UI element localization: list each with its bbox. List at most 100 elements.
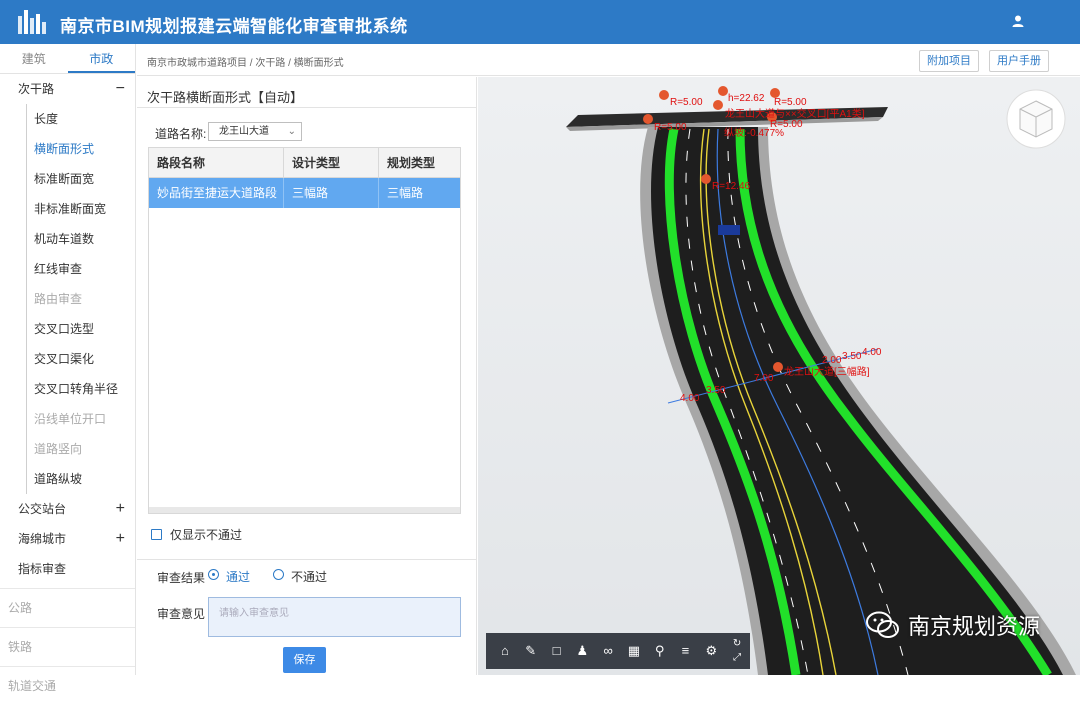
width-label: 7.00	[754, 373, 774, 384]
review-opinion-label: 审查意见	[157, 607, 206, 621]
wechat-icon	[865, 611, 899, 638]
table-cell: 妙品街至捷运大道路段	[149, 178, 284, 208]
radius-label: R=5.00	[654, 122, 687, 133]
chevron-down-icon: ⌄	[287, 126, 296, 137]
refresh-fullscreen-group: ↻ ⤢	[724, 637, 750, 665]
table-cell: 三幅路	[284, 178, 379, 208]
intersection-label: 龙王山大道与××交叉口[平A1类]	[725, 107, 865, 120]
area-icon[interactable]: □	[544, 637, 570, 665]
divider	[0, 588, 135, 589]
ruler-icon[interactable]: ✎	[518, 637, 544, 665]
pass-radio[interactable]	[208, 569, 219, 580]
expand-icon[interactable]: +	[116, 494, 125, 524]
refresh-icon[interactable]: ↻	[724, 637, 750, 651]
nav-item-lanes[interactable]: 机动车道数	[0, 224, 135, 254]
segment-table: 路段名称 设计类型 规划类型 妙品街至捷运大道路段 三幅路 三幅路	[148, 147, 461, 514]
tab-municipal[interactable]: 市政	[67, 44, 135, 73]
nav-item-nonstandard-width[interactable]: 非标准断面宽	[0, 194, 135, 224]
nav-item-channelization[interactable]: 交叉口渠化	[0, 344, 135, 374]
width-label: 4.00	[862, 347, 882, 358]
breadcrumb: 南京市政城市道路项目 / 次干路 / 横断面形式	[147, 58, 344, 69]
horizontal-scrollbar[interactable]	[149, 507, 460, 513]
tab-building[interactable]: 建筑	[0, 44, 68, 73]
table-header: 路段名称 设计类型 规划类型	[149, 148, 460, 178]
watermark-text: 南京规划资源	[907, 614, 1040, 639]
nav-group-bus-stop[interactable]: 公交站台 +	[0, 494, 135, 524]
nav-item-standard-width[interactable]: 标准断面宽	[0, 164, 135, 194]
nav-item-openings[interactable]: 沿线单位开口	[0, 404, 135, 434]
width-label: 4.00	[680, 393, 700, 404]
breadcrumb-bar: 南京市政城市道路项目 / 次干路 / 横断面形式 附加项目 用户手册	[137, 44, 1080, 76]
nav-group-label: 次干路	[18, 82, 55, 96]
attach-project-button[interactable]: 附加项目	[919, 50, 979, 72]
radius-label: R=12.46	[712, 181, 751, 192]
review-panel: 次干路横断面形式【自动】 道路名称: 龙王山大道 ⌄ 路段名称 设计类型 规划类…	[137, 77, 477, 675]
nav-group-label: 指标审查	[18, 562, 67, 576]
viewer-toolbar: ⌂ ✎ □ ♟ ∞ ▦ ⚲ ≡ ⚙ ↻ ⤢	[486, 633, 750, 669]
save-button[interactable]: 保存	[283, 647, 326, 673]
divider	[0, 666, 135, 667]
only-failed-label: 仅显示不通过	[170, 528, 243, 542]
app-title: 南京市BIM规划报建云端智能化审查审批系统	[60, 17, 408, 36]
fail-radio[interactable]	[273, 569, 284, 580]
pin-icon[interactable]: ⚲	[647, 637, 673, 665]
nav-railway[interactable]: 铁路	[0, 632, 135, 662]
column-header: 规划类型	[387, 156, 436, 170]
height-label: h=22.62	[728, 93, 765, 104]
nav-highway[interactable]: 公路	[0, 593, 135, 623]
link-icon[interactable]: ∞	[595, 637, 621, 665]
divider	[137, 559, 476, 560]
pass-label[interactable]: 通过	[226, 568, 250, 585]
width-label: 3.50	[706, 385, 726, 396]
radius-label: R=5.00	[774, 97, 807, 108]
only-failed-filter[interactable]: 仅显示不通过	[151, 526, 242, 543]
road-name-select[interactable]: 龙王山大道 ⌄	[208, 122, 302, 141]
nav-group-sponge-city[interactable]: 海绵城市 +	[0, 524, 135, 554]
collapse-icon[interactable]: −	[116, 74, 125, 104]
nav-group-secondary-road[interactable]: 次干路 −	[0, 74, 135, 104]
fail-label[interactable]: 不通过	[291, 568, 327, 585]
expand-icon[interactable]: +	[116, 524, 125, 554]
nav-items: 长度 横断面形式 标准断面宽 非标准断面宽 机动车道数 红线审查 路由审查 交叉…	[0, 104, 135, 494]
user-icon[interactable]	[1011, 14, 1025, 28]
view-cube-icon[interactable]	[1006, 89, 1066, 149]
nav-item-redline[interactable]: 红线审查	[0, 254, 135, 284]
nav-item-cross-section[interactable]: 横断面形式	[0, 134, 135, 164]
layers-icon[interactable]: ≡	[673, 637, 699, 665]
fullscreen-icon[interactable]: ⤢	[724, 651, 750, 665]
slope-label: 纵坡:-0.477%	[724, 126, 784, 139]
divider	[0, 627, 135, 628]
nav-item-corner-radius[interactable]: 交叉口转角半径	[0, 374, 135, 404]
bim-3d-viewport[interactable]: R=5.00 h=22.62 R=5.00 R=5.00 R=5.00 龙王山大…	[478, 77, 1080, 675]
app-header: 南京市BIM规划报建云端智能化审查审批系统	[0, 0, 1080, 44]
radius-label: R=5.00	[670, 97, 703, 108]
review-opinion-input[interactable]: 请输入审查意见	[208, 597, 461, 637]
road-name-value: 龙王山大道	[219, 126, 269, 137]
sidebar: 建筑 市政 次干路 − 长度 横断面形式 标准断面宽 非标准断面宽 机动车道数 …	[0, 44, 136, 693]
person-icon[interactable]: ♟	[569, 637, 595, 665]
sign-board	[718, 225, 740, 235]
settings-icon[interactable]: ⚙	[698, 637, 724, 665]
width-label: 3.50	[842, 351, 862, 362]
table-cell: 三幅路	[387, 186, 424, 200]
nav-item-vertical[interactable]: 道路竖向	[0, 434, 135, 464]
nav-rail-transit[interactable]: 轨道交通	[0, 671, 135, 701]
nav-item-grade[interactable]: 道路纵坡	[0, 464, 135, 494]
nav-item-length[interactable]: 长度	[0, 104, 135, 134]
watermark: 南京规划资源	[865, 609, 1040, 641]
table-row[interactable]: 妙品街至捷运大道路段 三幅路 三幅路	[149, 178, 460, 208]
divider	[137, 107, 476, 108]
review-result-label: 审查结果	[157, 571, 206, 585]
nav-group-label: 公交站台	[18, 502, 67, 516]
nav-item-route[interactable]: 路由审查	[0, 284, 135, 314]
only-failed-checkbox[interactable]	[151, 529, 162, 540]
nav-group-indicators[interactable]: 指标审查	[0, 554, 135, 584]
home-icon[interactable]: ⌂	[492, 637, 518, 665]
user-manual-button[interactable]: 用户手册	[989, 50, 1049, 72]
grid-icon[interactable]: ▦	[621, 637, 647, 665]
nav-item-intersection-type[interactable]: 交叉口选型	[0, 314, 135, 344]
city-logo-icon	[18, 10, 46, 34]
section-label: 龙王山大道[三幅路]	[784, 365, 870, 378]
sidebar-tabs: 建筑 市政	[0, 44, 135, 74]
road-model-scene[interactable]: R=5.00 h=22.62 R=5.00 R=5.00 R=5.00 龙王山大…	[478, 77, 1080, 675]
